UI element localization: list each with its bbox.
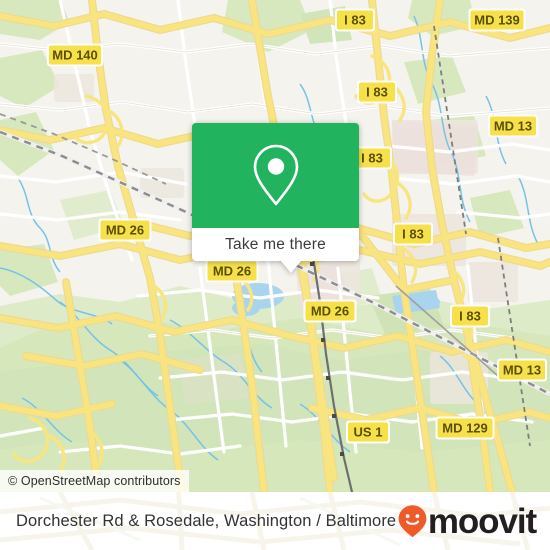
highway-shield: MD 139	[468, 8, 526, 32]
footer-bar: Dorchester Rd & Rosedale, Washington / B…	[0, 492, 550, 550]
moovit-station-map: MD 140 I 83 MD 139 I 83 MD 13 I 83 MD 26 I 83 MD…	[0, 0, 550, 550]
highway-shield-label: MD 26	[311, 304, 349, 319]
callout-icon-panel	[192, 123, 359, 228]
highway-shield: I 83	[335, 8, 375, 32]
map-attribution: © OpenStreetMap contributors	[0, 470, 189, 492]
highway-shield: I 83	[357, 80, 397, 104]
highway-shield-label: I 83	[366, 85, 388, 100]
highway-shield-label: MD 13	[494, 119, 532, 134]
highway-shield-label: I 83	[344, 13, 366, 28]
highway-shield-label: US 1	[354, 425, 383, 440]
highway-shield-label: MD 26	[106, 223, 144, 238]
highway-shield-label: I 83	[459, 309, 481, 324]
highway-shield: MD 140	[47, 43, 103, 67]
highway-shield-label: MD 13	[503, 363, 541, 378]
highway-shield-label: MD 140	[52, 48, 98, 63]
moovit-logo[interactable]: moovit	[397, 501, 537, 541]
highway-shield: MD 26	[303, 299, 357, 323]
highway-shield-label: MD 26	[213, 264, 251, 279]
take-me-there-label: Take me there	[225, 235, 326, 253]
highway-shield: I 83	[450, 304, 490, 328]
highway-shield-label: MD 129	[442, 421, 488, 436]
highway-shield: MD 13	[497, 358, 547, 382]
highway-shield: MD 13	[488, 114, 538, 138]
highway-shield: MD 129	[435, 416, 495, 440]
moovit-pin-icon	[398, 505, 427, 538]
moovit-wordmark: moovit	[427, 501, 537, 541]
map-pin-icon	[253, 144, 298, 205]
highway-shield: MD 26	[205, 259, 259, 283]
highway-shield: US 1	[346, 420, 390, 444]
highway-shield-label: I 83	[402, 227, 424, 242]
highway-shield: MD 26	[98, 218, 152, 242]
take-me-there-button[interactable]: Take me there	[192, 228, 359, 261]
highway-shield: I 83	[393, 222, 433, 246]
location-title: Dorchester Rd & Rosedale, Washington / B…	[16, 511, 397, 530]
callout-tail	[280, 260, 302, 273]
highway-shield-label: I 83	[361, 151, 383, 166]
station-callout[interactable]: Take me there	[192, 123, 359, 273]
highway-shield-label: MD 139	[474, 13, 520, 28]
